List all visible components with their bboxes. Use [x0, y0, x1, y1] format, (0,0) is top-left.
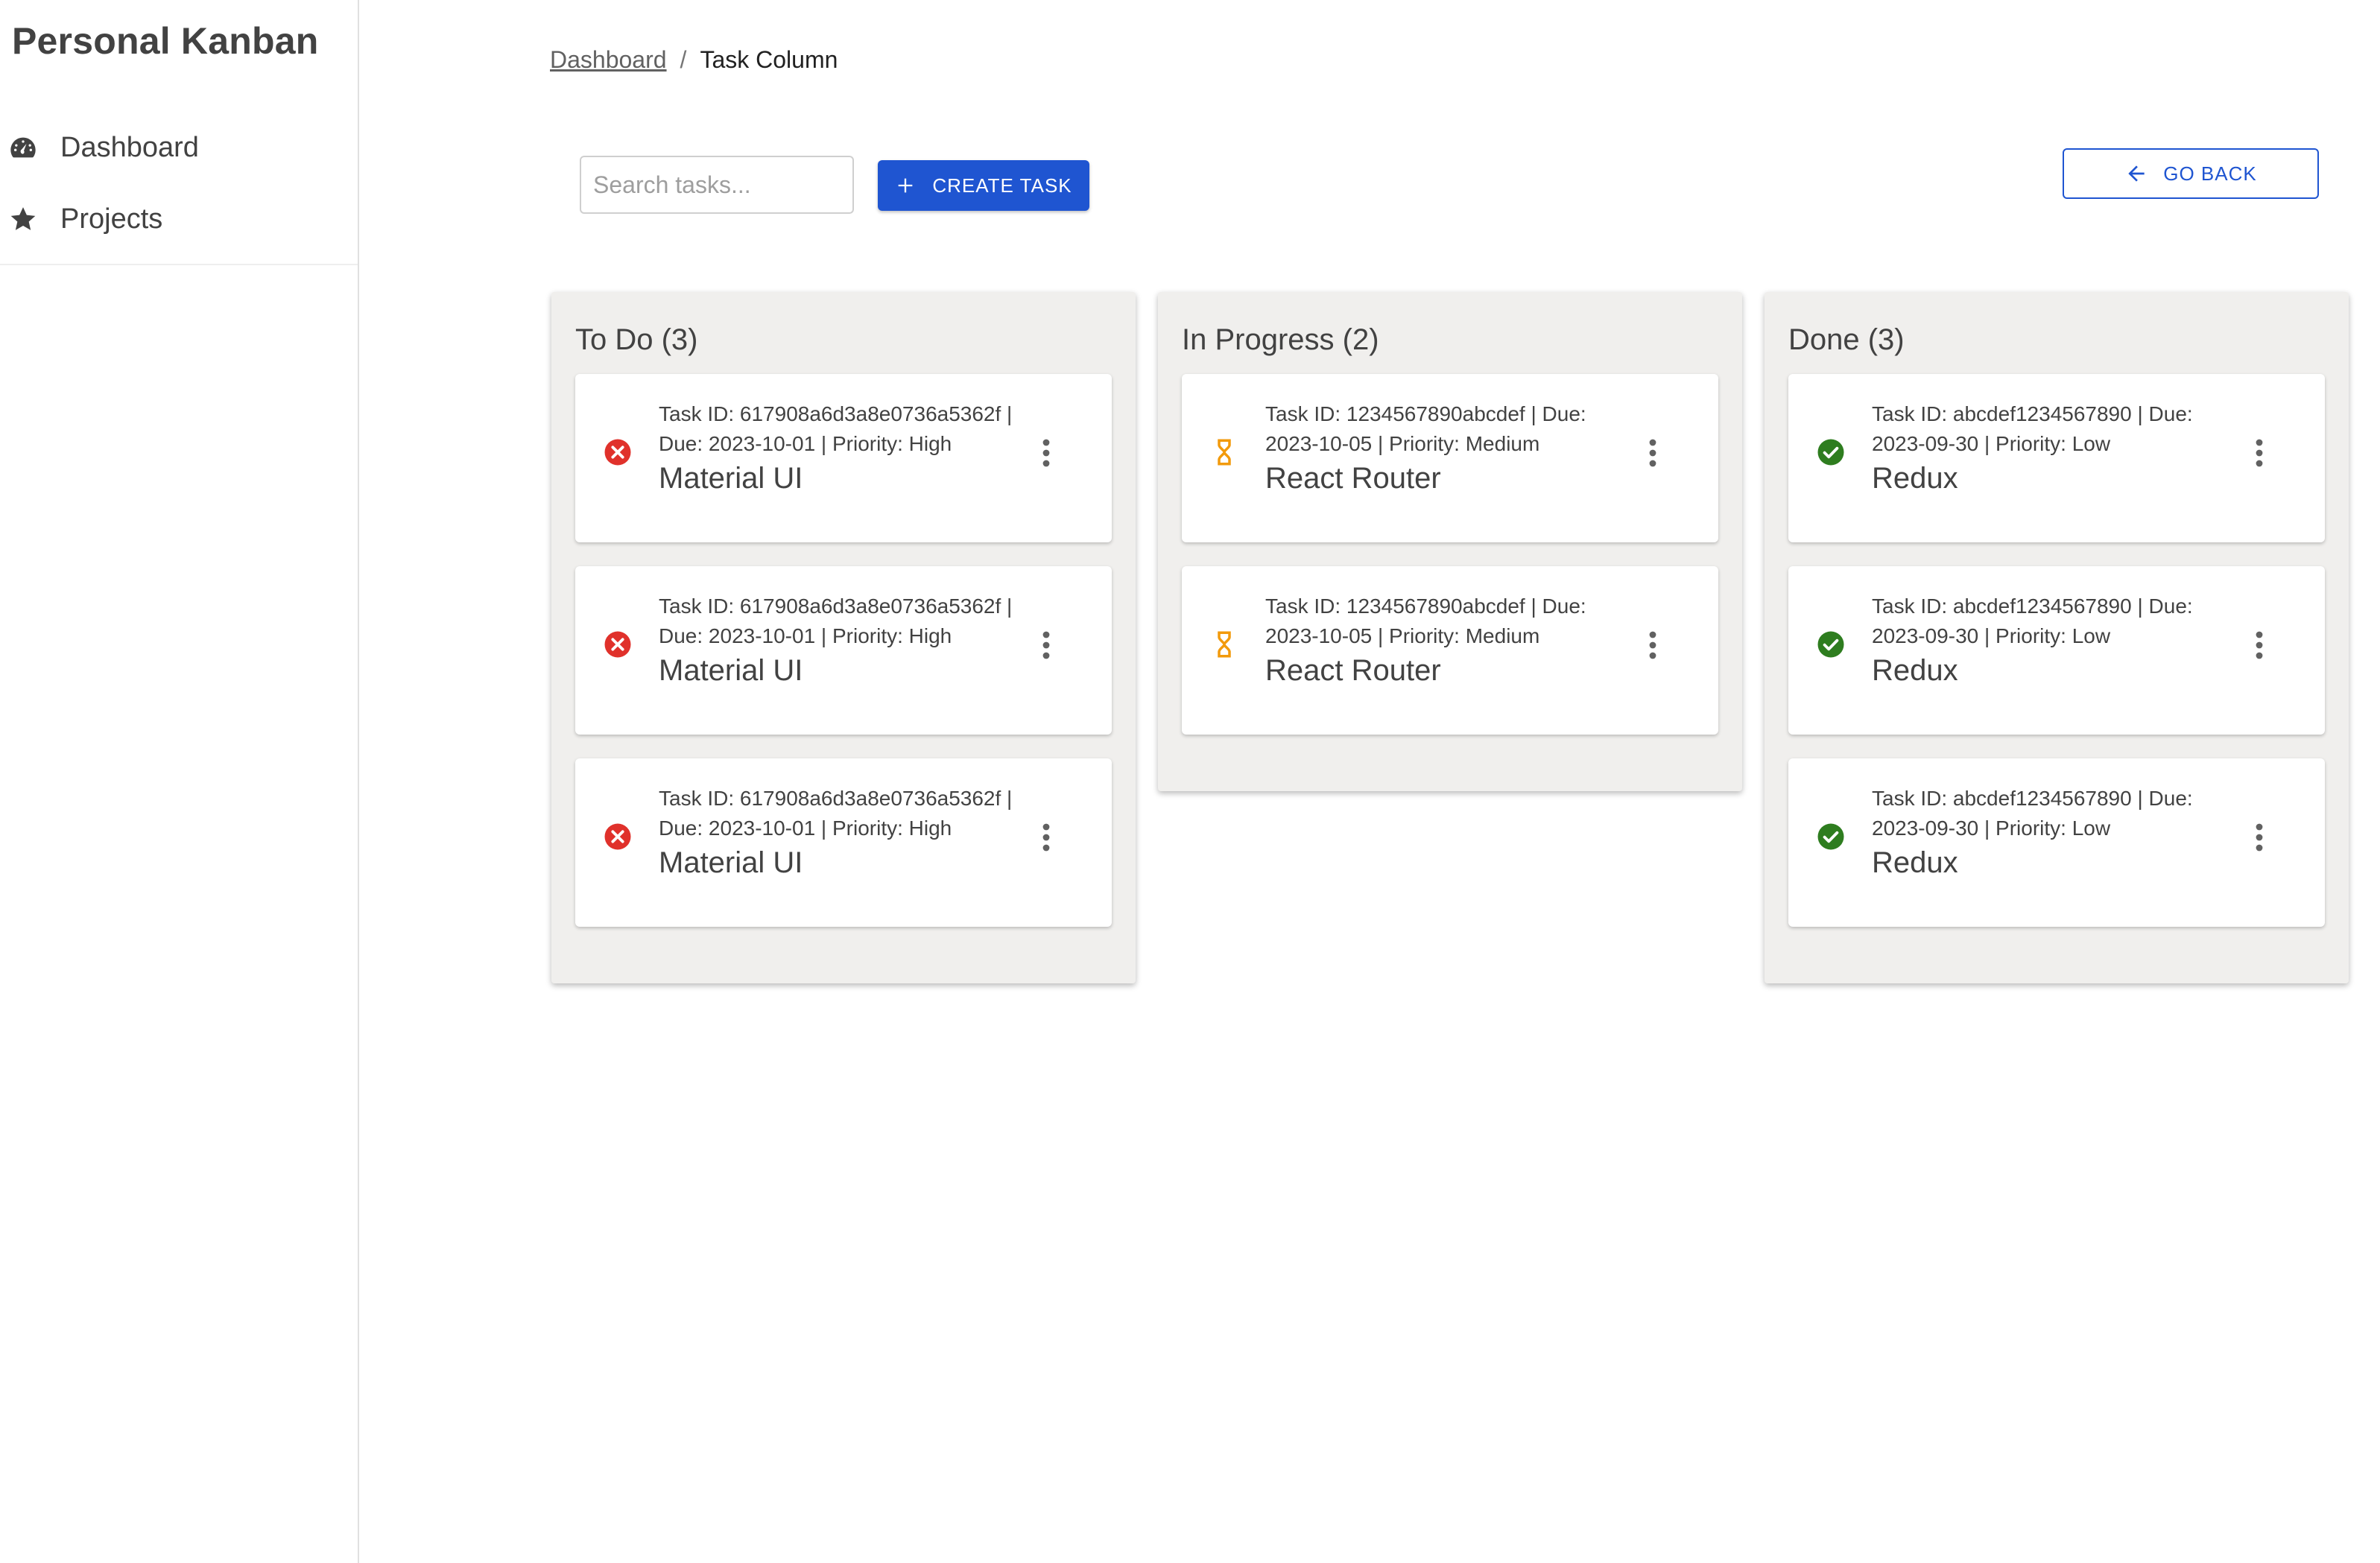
more-vert-icon[interactable]: [1031, 629, 1061, 662]
sidebar-item-label: Projects: [60, 203, 163, 235]
task-title: Redux: [1872, 654, 1958, 687]
sidebar-item-label: Dashboard: [60, 131, 199, 163]
task-card[interactable]: Task ID: abcdef1234567890 | Due: 2023-09…: [1788, 566, 2325, 735]
go-back-label: GO BACK: [2163, 162, 2257, 185]
column-title: To Do (3): [575, 323, 698, 356]
app-title: Personal Kanban: [12, 20, 319, 62]
task-meta: Task ID: 617908a6d3a8e0736a5362f | Due: …: [659, 402, 1013, 455]
column-todo: To Do (3) Task ID: 617908a6d3a8e0736a536…: [551, 292, 1136, 983]
task-title: React Router: [1265, 462, 1441, 495]
task-card[interactable]: Task ID: 1234567890abcdef | Due: 2023-10…: [1182, 566, 1718, 735]
task-card[interactable]: Task ID: 617908a6d3a8e0736a5362f | Due: …: [575, 566, 1112, 735]
task-meta: Task ID: 1234567890abcdef | Due: 2023-10…: [1265, 402, 1586, 455]
go-back-button[interactable]: GO BACK: [2063, 148, 2319, 199]
more-vert-icon[interactable]: [2244, 629, 2274, 662]
create-task-button[interactable]: CREATE TASK: [878, 160, 1089, 211]
hourglass-icon: [1218, 439, 1231, 466]
sidebar-item-projects[interactable]: Projects: [0, 183, 358, 255]
search-input[interactable]: [580, 156, 854, 214]
create-task-label: CREATE TASK: [932, 174, 1072, 197]
column-title: In Progress (2): [1182, 323, 1379, 356]
sidebar-nav: Dashboard Projects: [0, 112, 358, 265]
task-meta: Task ID: 1234567890abcdef | Due: 2023-10…: [1265, 595, 1586, 647]
task-meta: Task ID: 617908a6d3a8e0736a5362f | Due: …: [659, 787, 1013, 840]
sidebar: Personal Kanban Dashboard Projects: [0, 0, 359, 1563]
speedometer-icon: [7, 132, 39, 163]
sidebar-item-dashboard[interactable]: Dashboard: [0, 112, 358, 183]
task-title: Redux: [1872, 846, 1958, 879]
more-vert-icon[interactable]: [1638, 437, 1668, 469]
task-meta: Task ID: abcdef1234567890 | Due: 2023-09…: [1872, 595, 2193, 647]
column-in-progress: In Progress (2) Task ID: 1234567890abcde…: [1158, 292, 1742, 791]
more-vert-icon[interactable]: [1638, 629, 1668, 662]
more-vert-icon[interactable]: [2244, 437, 2274, 469]
check-circle-icon: [1817, 823, 1844, 850]
task-meta: Task ID: abcdef1234567890 | Due: 2023-09…: [1872, 787, 2193, 840]
column-title: Done (3): [1788, 323, 1905, 356]
hourglass-icon: [1218, 631, 1231, 658]
more-vert-icon[interactable]: [2244, 821, 2274, 854]
breadcrumb-separator: /: [680, 46, 687, 73]
task-title: Redux: [1872, 462, 1958, 495]
more-vert-icon[interactable]: [1031, 821, 1061, 854]
check-circle-icon: [1817, 439, 1844, 466]
cancel-icon: [604, 631, 631, 658]
task-card[interactable]: Task ID: 1234567890abcdef | Due: 2023-10…: [1182, 374, 1718, 542]
breadcrumb: Dashboard / Task Column: [550, 46, 838, 74]
plus-icon: [899, 178, 913, 193]
task-card[interactable]: Task ID: abcdef1234567890 | Due: 2023-09…: [1788, 374, 2325, 542]
check-circle-icon: [1817, 631, 1844, 658]
task-title: React Router: [1265, 654, 1441, 687]
task-title: Material UI: [659, 654, 803, 687]
task-meta: Task ID: 617908a6d3a8e0736a5362f | Due: …: [659, 595, 1013, 647]
task-card[interactable]: Task ID: 617908a6d3a8e0736a5362f | Due: …: [575, 758, 1112, 927]
task-meta: Task ID: abcdef1234567890 | Due: 2023-09…: [1872, 402, 2193, 455]
task-card[interactable]: Task ID: 617908a6d3a8e0736a5362f | Due: …: [575, 374, 1112, 542]
task-title: Material UI: [659, 846, 803, 879]
arrow-left-icon: [2128, 165, 2145, 182]
breadcrumb-current: Task Column: [700, 46, 838, 73]
column-done: Done (3) Task ID: abcdef1234567890 | Due…: [1765, 292, 2349, 983]
more-vert-icon[interactable]: [1031, 437, 1061, 469]
cancel-icon: [604, 439, 631, 466]
task-title: Material UI: [659, 462, 803, 495]
breadcrumb-link-dashboard[interactable]: Dashboard: [550, 46, 667, 74]
star-icon: [7, 203, 39, 235]
cancel-icon: [604, 823, 631, 850]
task-card[interactable]: Task ID: abcdef1234567890 | Due: 2023-09…: [1788, 758, 2325, 927]
